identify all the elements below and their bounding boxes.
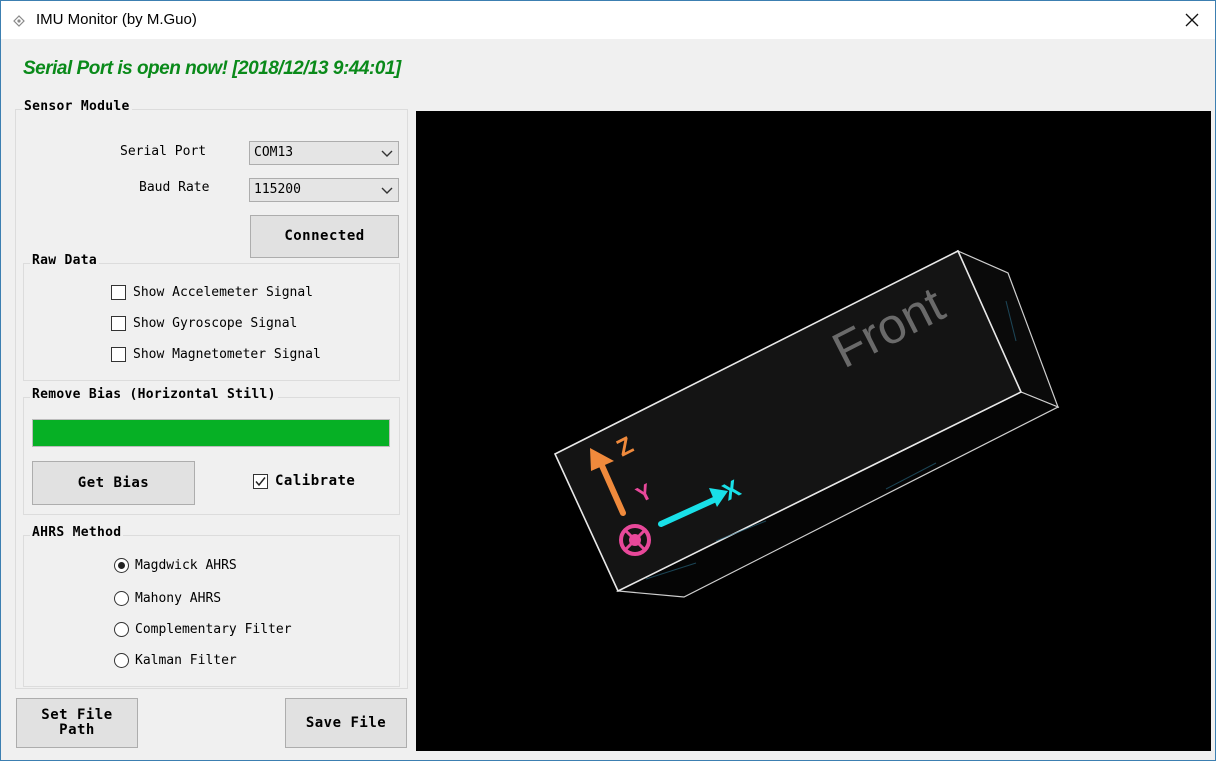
bias-progress-bar	[32, 419, 390, 447]
show-magnetometer-checkbox[interactable]: Show Magnetometer Signal	[111, 347, 321, 362]
close-icon	[1185, 13, 1199, 27]
connection-status: Serial Port is open now! [2018/12/13 9:4…	[23, 58, 401, 79]
baud-rate-value: 115200	[254, 182, 301, 197]
radio-complementary-label: Complementary Filter	[135, 622, 292, 637]
calibrate-label: Calibrate	[275, 473, 356, 489]
radio-button[interactable]	[114, 591, 129, 606]
checkbox-box[interactable]	[111, 347, 126, 362]
remove-bias-legend: Remove Bias (Horizontal Still)	[30, 387, 278, 402]
show-magnetometer-label: Show Magnetometer Signal	[133, 347, 321, 362]
bias-progress-fill	[33, 420, 389, 446]
app-window: IMU Monitor (by M.Guo) Serial Port is op…	[0, 0, 1216, 761]
radio-magdwick[interactable]: Magdwick AHRS	[114, 558, 237, 573]
connect-button[interactable]: Connected	[250, 215, 399, 258]
serial-port-select[interactable]: COM13	[249, 141, 399, 165]
close-button[interactable]	[1169, 1, 1215, 39]
checkbox-box[interactable]	[111, 316, 126, 331]
radio-kalman[interactable]: Kalman Filter	[114, 653, 237, 668]
checkbox-box[interactable]	[111, 285, 126, 300]
baud-rate-label: Baud Rate	[139, 180, 210, 195]
get-bias-button[interactable]: Get Bias	[32, 461, 195, 505]
radio-button[interactable]	[114, 653, 129, 668]
radio-mahony-label: Mahony AHRS	[135, 591, 222, 606]
window-title: IMU Monitor (by M.Guo)	[36, 11, 197, 28]
sensor-module-legend: Sensor Module	[22, 99, 132, 114]
raw-data-legend: Raw Data	[30, 253, 100, 268]
chevron-down-icon	[381, 187, 393, 194]
serial-port-value: COM13	[254, 145, 294, 160]
checkbox-box[interactable]	[253, 473, 268, 489]
set-file-path-button[interactable]: Set File Path	[16, 698, 138, 748]
baud-rate-select[interactable]: 115200	[249, 178, 399, 202]
show-accelerometer-checkbox[interactable]: Show Accelemeter Signal	[111, 285, 313, 300]
radio-kalman-label: Kalman Filter	[135, 653, 237, 668]
show-gyroscope-label: Show Gyroscope Signal	[133, 316, 298, 331]
radio-magdwick-label: Magdwick AHRS	[135, 558, 237, 573]
serial-port-label: Serial Port	[120, 144, 207, 159]
chevron-down-icon	[381, 150, 393, 157]
ahrs-method-legend: AHRS Method	[30, 525, 124, 540]
check-icon	[255, 476, 266, 486]
radio-button[interactable]	[114, 622, 129, 637]
show-accelerometer-label: Show Accelemeter Signal	[133, 285, 314, 300]
set-file-path-label: Set File Path	[41, 707, 113, 738]
show-gyroscope-checkbox[interactable]: Show Gyroscope Signal	[111, 316, 297, 331]
radio-complementary[interactable]: Complementary Filter	[114, 622, 292, 637]
app-icon	[13, 15, 25, 27]
title-bar: IMU Monitor (by M.Guo)	[1, 1, 1215, 39]
radio-button[interactable]	[114, 558, 129, 573]
imu-3d-scene: Front Z X Y	[553, 249, 1060, 598]
save-file-button[interactable]: Save File	[285, 698, 407, 748]
radio-mahony[interactable]: Mahony AHRS	[114, 591, 221, 606]
imu-3d-viewport[interactable]: Front Z X Y	[416, 111, 1211, 751]
calibrate-checkbox[interactable]: Calibrate	[253, 473, 355, 489]
